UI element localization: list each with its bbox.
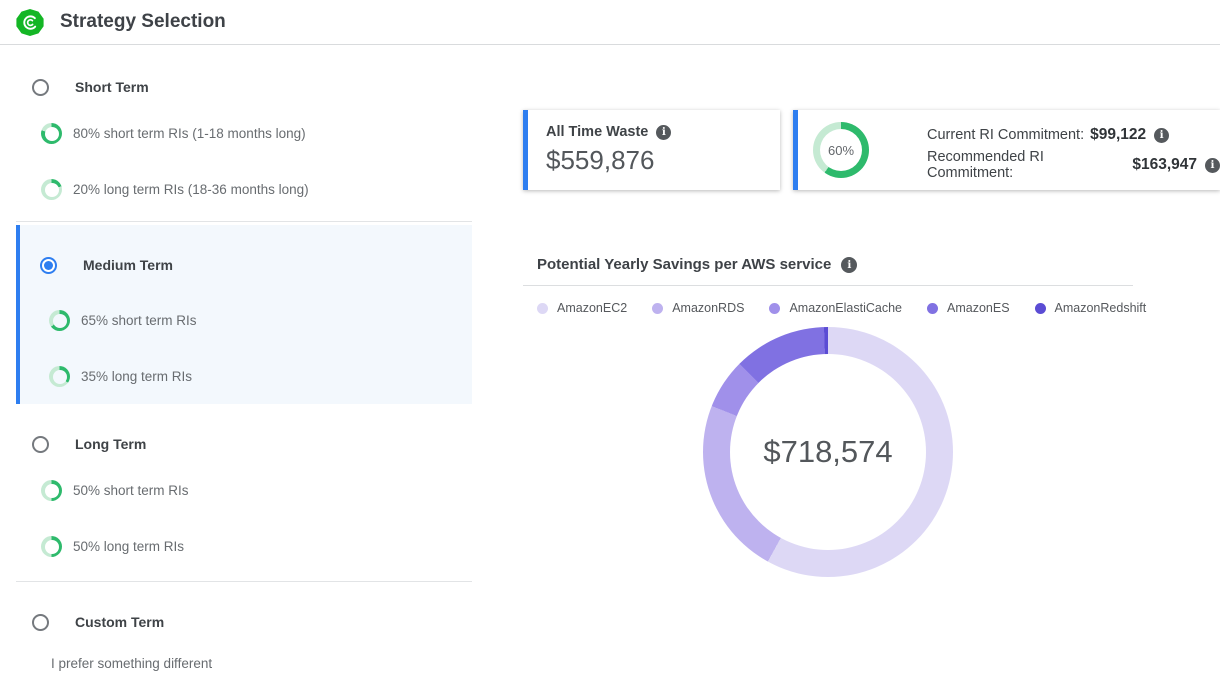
strategy-label: Short Term [75, 79, 149, 95]
progress-ring-50a [41, 480, 62, 501]
info-icon[interactable]: i [1154, 128, 1169, 143]
gauge-percent-label: 60% [813, 122, 869, 178]
current-ri-commitment-label: Current RI Commitment: [927, 127, 1084, 143]
legend-dot [769, 303, 780, 314]
strategy-list: Short Term 80% short term RIs (1-18 mont… [16, 44, 472, 671]
page-title: Strategy Selection [60, 0, 226, 44]
strategy-sub-item: 50% long term RIs [16, 536, 472, 557]
commitment-gauge: 60% [813, 122, 869, 178]
recommended-ri-commitment-value: $163,947 [1132, 156, 1197, 174]
legend-dot [1035, 303, 1046, 314]
strategy-sub-item: 50% short term RIs [16, 480, 472, 501]
legend-item-amazones[interactable]: AmazonES [927, 301, 1010, 315]
progress-ring-65 [49, 310, 70, 331]
sub-item-label: 50% long term RIs [73, 539, 184, 554]
progress-ring-20 [41, 179, 62, 200]
progress-ring-35 [49, 366, 70, 387]
strategy-sub-item: 80% short term RIs (1-18 months long) [16, 123, 472, 144]
current-ri-commitment-row: Current RI Commitment: $99,122 i [927, 125, 1220, 145]
chart-title: Potential Yearly Savings per AWS service [537, 256, 831, 273]
strategy-section-long-term: Long Term 50% short term RIs 50% long te… [16, 404, 472, 557]
strategy-label: Custom Term [75, 614, 164, 630]
chart-title-row: Potential Yearly Savings per AWS service… [537, 256, 857, 273]
legend-label: AmazonRDS [672, 301, 744, 315]
strategy-sub-item: 35% long term RIs [20, 366, 472, 387]
radio-long-term[interactable] [32, 436, 49, 453]
info-icon[interactable]: i [841, 257, 857, 273]
legend-item-amazonrds[interactable]: AmazonRDS [652, 301, 744, 315]
legend-dot [652, 303, 663, 314]
strategy-label: Medium Term [83, 257, 173, 273]
legend-label: AmazonEC2 [557, 301, 627, 315]
strategy-section-short-term: Short Term 80% short term RIs (1-18 mont… [16, 44, 472, 200]
waste-card-value: $559,876 [546, 145, 780, 176]
strategy-selection-page: Strategy Selection Short Term 80% short … [0, 0, 1220, 691]
recommended-ri-commitment-row: Recommended RI Commitment: $163,947 i [927, 155, 1220, 175]
sub-item-label: 50% short term RIs [73, 483, 189, 498]
current-ri-commitment-value: $99,122 [1090, 126, 1146, 144]
sub-item-label: 35% long term RIs [81, 369, 192, 384]
all-time-waste-card: All Time Waste i $559,876 [523, 110, 780, 190]
sub-item-label: 80% short term RIs (1-18 months long) [73, 126, 306, 141]
legend-item-amazonec2[interactable]: AmazonEC2 [537, 301, 627, 315]
savings-donut-chart[interactable]: $718,574 [703, 327, 953, 577]
strategy-sub-item: 20% long term RIs (18-36 months long) [16, 179, 472, 200]
strategy-option-custom-term[interactable]: Custom Term [16, 613, 472, 631]
strategy-label: Long Term [75, 436, 146, 452]
waste-card-label: All Time Waste [546, 124, 648, 140]
strategy-option-long-term[interactable]: Long Term [16, 435, 472, 453]
progress-ring-50b [41, 536, 62, 557]
recommended-ri-commitment-label: Recommended RI Commitment: [927, 149, 1126, 181]
strategy-section-medium-term: Medium Term 65% short term RIs 35% long … [16, 225, 472, 404]
strategy-option-short-term[interactable]: Short Term [16, 78, 472, 96]
info-icon[interactable]: i [656, 125, 671, 140]
strategy-option-medium-term[interactable]: Medium Term [20, 225, 472, 274]
progress-ring-80 [41, 123, 62, 144]
cloudability-logo [16, 9, 44, 36]
legend-item-amazonredshift[interactable]: AmazonRedshift [1035, 301, 1147, 315]
radio-medium-term[interactable] [40, 257, 57, 274]
strategy-sub-item: 65% short term RIs [20, 310, 472, 331]
donut-center-value: $718,574 [703, 327, 953, 577]
sub-item-label: 65% short term RIs [81, 313, 197, 328]
radio-custom-term[interactable] [32, 614, 49, 631]
sub-item-label: 20% long term RIs (18-36 months long) [73, 182, 309, 197]
custom-term-description: I prefer something different [51, 656, 472, 671]
chart-divider [523, 285, 1133, 286]
chart-legend: AmazonEC2 AmazonRDS AmazonElastiCache Am… [537, 301, 1146, 315]
page-header: Strategy Selection [0, 0, 1220, 45]
legend-dot [537, 303, 548, 314]
section-divider [16, 221, 472, 222]
legend-label: AmazonRedshift [1055, 301, 1147, 315]
legend-label: AmazonES [947, 301, 1010, 315]
legend-item-amazonelasticache[interactable]: AmazonElastiCache [769, 301, 902, 315]
radio-short-term[interactable] [32, 79, 49, 96]
legend-dot [927, 303, 938, 314]
strategy-section-custom-term: Custom Term I prefer something different [16, 582, 472, 671]
info-icon[interactable]: i [1205, 158, 1220, 173]
legend-label: AmazonElastiCache [789, 301, 902, 315]
ri-commitment-card: 60% Current RI Commitment: $99,122 i Rec… [793, 110, 1220, 190]
